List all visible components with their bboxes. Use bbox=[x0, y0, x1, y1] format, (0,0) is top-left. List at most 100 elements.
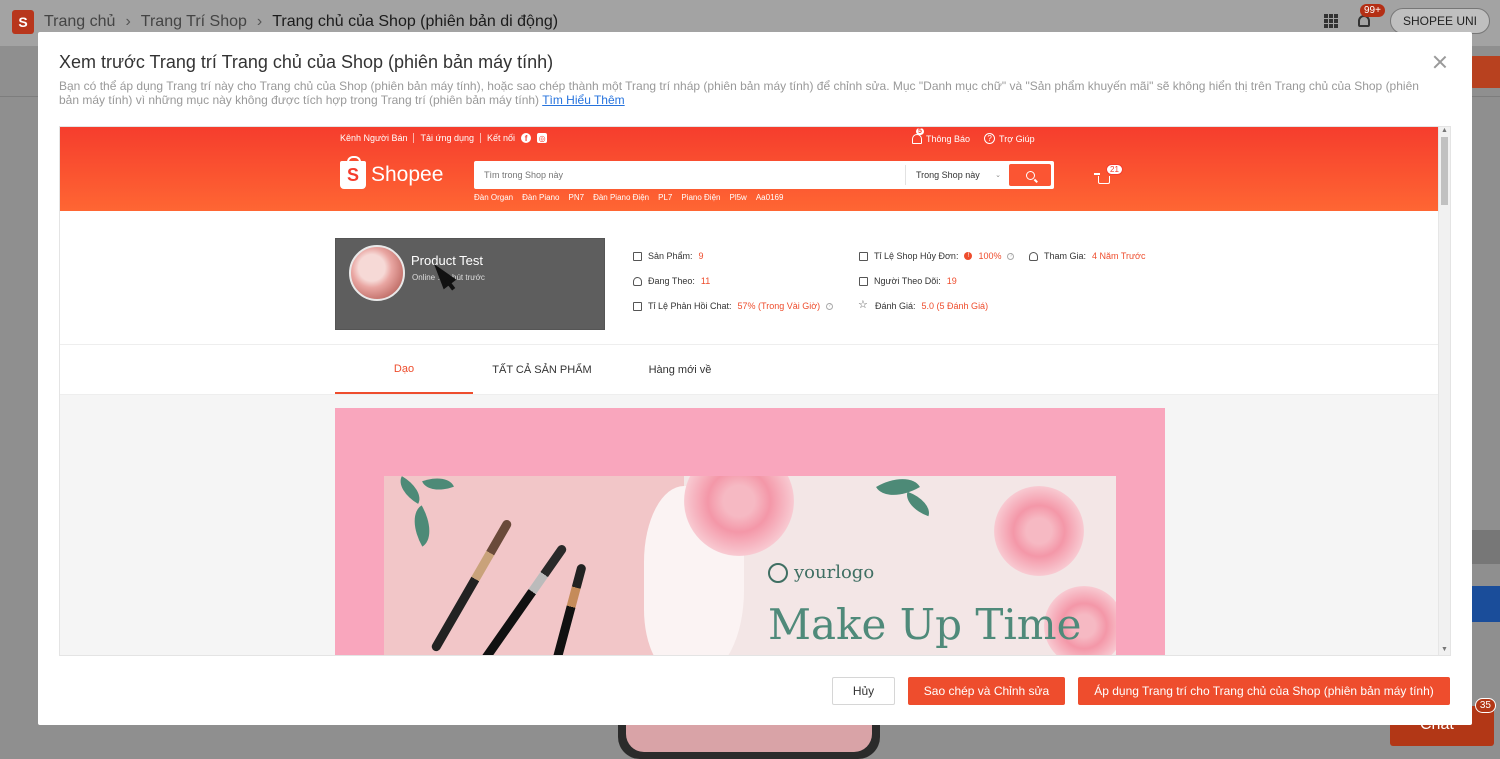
brand-name: Shopee bbox=[371, 163, 444, 186]
shopee-logo[interactable]: S Shopee bbox=[340, 156, 444, 189]
search-hint[interactable]: Đàn Organ bbox=[474, 193, 513, 202]
star-icon bbox=[858, 298, 869, 311]
shop-profile-card: Product Test Online … phút trước bbox=[335, 238, 605, 330]
info-icon[interactable]: ? bbox=[1007, 252, 1015, 260]
support-icon[interactable] bbox=[1472, 586, 1500, 622]
scroll-up-icon[interactable]: ▲ bbox=[1441, 127, 1448, 134]
search-scope-label: Trong Shop này bbox=[916, 170, 980, 180]
stat-chat-response: Tỉ Lệ Phản Hồi Chat: 57% (Trong Vài Giờ)… bbox=[633, 301, 859, 311]
modal-title: Xem trước Trang trí Trang chủ của Shop (… bbox=[59, 52, 554, 72]
topbar-right: 5 Thông Báo ? Trợ Giúp bbox=[912, 127, 1035, 144]
search-button[interactable] bbox=[1009, 164, 1051, 186]
stat-value: 5.0 (5 Đánh Giá) bbox=[921, 301, 989, 311]
logo-mark-icon bbox=[768, 562, 788, 583]
seller-channel-link[interactable]: Kênh Người Bán bbox=[340, 133, 407, 143]
search-hint[interactable]: Đàn Piano bbox=[522, 193, 559, 202]
chevron-right-icon: › bbox=[256, 13, 263, 30]
mail-icon[interactable] bbox=[1472, 530, 1500, 564]
store-icon bbox=[633, 251, 642, 261]
apps-grid-icon[interactable] bbox=[1323, 14, 1338, 28]
tab-new-arrivals[interactable]: Hàng mới về bbox=[611, 345, 749, 394]
apply-decoration-button[interactable]: Áp dụng Trang trí cho Trang chủ của Shop… bbox=[1078, 677, 1450, 705]
search-hint[interactable]: PL7 bbox=[658, 193, 672, 202]
notification-bell-icon[interactable]: 99+ bbox=[1356, 4, 1385, 30]
header-actions: 99+ SHOPEE UNI bbox=[1323, 4, 1490, 34]
chevron-down-icon: ⌄ bbox=[995, 172, 1001, 179]
shop-avatar[interactable] bbox=[349, 245, 405, 301]
cart-count-badge: 21 bbox=[1106, 164, 1123, 175]
shop-header: Kênh Người Bán Tải ứng dụng Kết nối f ◎ … bbox=[60, 127, 1440, 211]
stat-label: Sản Phẩm: bbox=[648, 251, 693, 261]
chevron-right-icon: › bbox=[125, 13, 131, 30]
shop-tabs: Dạo TẤT CẢ SẢN PHẨM Hàng mới về bbox=[60, 345, 1440, 395]
scroll-down-icon[interactable]: ▼ bbox=[1441, 646, 1448, 653]
search-hint[interactable]: Aa0169 bbox=[756, 193, 784, 202]
learn-more-link[interactable]: Tìm Hiểu Thêm bbox=[542, 93, 624, 107]
breadcrumb-section[interactable]: Trang Trí Shop bbox=[141, 13, 247, 31]
stat-value: 100% bbox=[978, 251, 1002, 261]
facebook-icon[interactable]: f bbox=[521, 133, 532, 143]
shop-account-button[interactable]: SHOPEE UNI bbox=[1389, 8, 1490, 34]
stat-following: Đang Theo: 11 bbox=[633, 276, 859, 286]
stat-products: Sản Phẩm: 9 bbox=[633, 251, 859, 261]
stat-label: Tỉ Lệ Phản Hồi Chat: bbox=[648, 301, 732, 311]
stat-value: 9 bbox=[698, 251, 704, 261]
warning-icon: ! bbox=[964, 252, 973, 260]
preview-modal: Xem trước Trang trí Trang chủ của Shop (… bbox=[38, 32, 1472, 725]
shop-info-section: Product Test Online … phút trước Sản Phẩ… bbox=[60, 211, 1440, 345]
instagram-icon[interactable]: ◎ bbox=[537, 133, 548, 143]
tab-browse[interactable]: Dạo bbox=[335, 345, 473, 394]
info-icon[interactable]: ? bbox=[826, 302, 834, 310]
stat-value: 11 bbox=[700, 276, 711, 286]
modal-footer: Hủy Sao chép và Chỉnh sửa Áp dụng Trang … bbox=[38, 677, 1472, 707]
stat-value: 19 bbox=[946, 276, 957, 286]
help-link[interactable]: ? Trợ Giúp bbox=[984, 133, 1035, 144]
divider bbox=[413, 133, 415, 143]
tab-all-products[interactable]: TẤT CẢ SẢN PHẨM bbox=[473, 345, 611, 394]
connect-label: Kết nối bbox=[487, 133, 516, 143]
search-hint[interactable]: PN7 bbox=[569, 193, 585, 202]
notifications-link[interactable]: 5 Thông Báo bbox=[912, 127, 971, 144]
copy-and-edit-button[interactable]: Sao chép và Chỉnh sửa bbox=[908, 677, 1065, 705]
shop-name: Product Test bbox=[411, 253, 484, 268]
background-action-button[interactable] bbox=[1470, 56, 1500, 88]
shop-stats: Sản Phẩm: 9 Tỉ Lệ Shop Hủy Đơn: ! 100% ?… bbox=[633, 251, 1179, 311]
help-icon: ? bbox=[984, 133, 996, 144]
search-input[interactable] bbox=[474, 170, 905, 180]
search-hint[interactable]: Piano Điện bbox=[681, 193, 720, 202]
search-scope-select[interactable]: Trong Shop này ⌄ bbox=[905, 165, 1009, 185]
stat-followers: Người Theo Dõi: 19 bbox=[859, 276, 1029, 286]
help-label: Trợ Giúp bbox=[999, 133, 1035, 144]
notifications-count: 5 bbox=[916, 127, 924, 135]
shopee-bag-icon: S bbox=[340, 156, 366, 189]
stat-label: Tham Gia: bbox=[1044, 251, 1087, 261]
chat-icon bbox=[633, 301, 642, 311]
breadcrumb-current: Trang chủ của Shop (phiên bản di động) bbox=[272, 13, 559, 30]
shopee-logo-icon[interactable]: S bbox=[12, 10, 34, 34]
preview-scrollbar[interactable]: ▲ ▼ bbox=[1438, 127, 1450, 655]
stat-rating: Đánh Giá: 5.0 (5 Đánh Giá) bbox=[858, 298, 1029, 311]
topbar-left: Kênh Người Bán Tải ứng dụng Kết nối f ◎ bbox=[340, 133, 548, 143]
follow-icon bbox=[633, 276, 642, 286]
banner-logo: yourlogo bbox=[768, 562, 874, 583]
banner-headline: Make Up Time bbox=[768, 600, 1082, 649]
scrollbar-thumb[interactable] bbox=[1441, 137, 1448, 205]
search-hint[interactable]: Pl5w bbox=[729, 193, 746, 202]
shop-preview-frame: Kênh Người Bán Tải ứng dụng Kết nối f ◎ … bbox=[59, 126, 1451, 656]
breadcrumb: S Trang chủ › Trang Trí Shop › Trang chủ… bbox=[12, 10, 558, 34]
cancel-button[interactable]: Hủy bbox=[832, 677, 895, 705]
cart-icon[interactable]: 21 bbox=[1094, 164, 1123, 187]
person-icon bbox=[1029, 251, 1038, 261]
search-hint[interactable]: Đàn Piano Điện bbox=[593, 193, 649, 202]
download-app-link[interactable]: Tải ứng dụng bbox=[420, 133, 474, 143]
search-hints: Đàn Organ Đàn Piano PN7 Đàn Piano Điện P… bbox=[474, 193, 783, 202]
search-icon bbox=[1025, 170, 1035, 180]
search-bar: Trong Shop này ⌄ bbox=[474, 161, 1054, 189]
shop-banner[interactable]: yourlogo Make Up Time bbox=[335, 408, 1165, 655]
stat-value: 4 Năm Trước bbox=[1092, 251, 1146, 261]
stat-value: 57% (Trong Vài Giờ) bbox=[737, 301, 821, 311]
close-icon[interactable] bbox=[1432, 54, 1448, 70]
breadcrumb-home[interactable]: Trang chủ bbox=[44, 13, 115, 31]
followers-icon bbox=[859, 276, 868, 286]
notifications-label: Thông Báo bbox=[926, 133, 971, 144]
